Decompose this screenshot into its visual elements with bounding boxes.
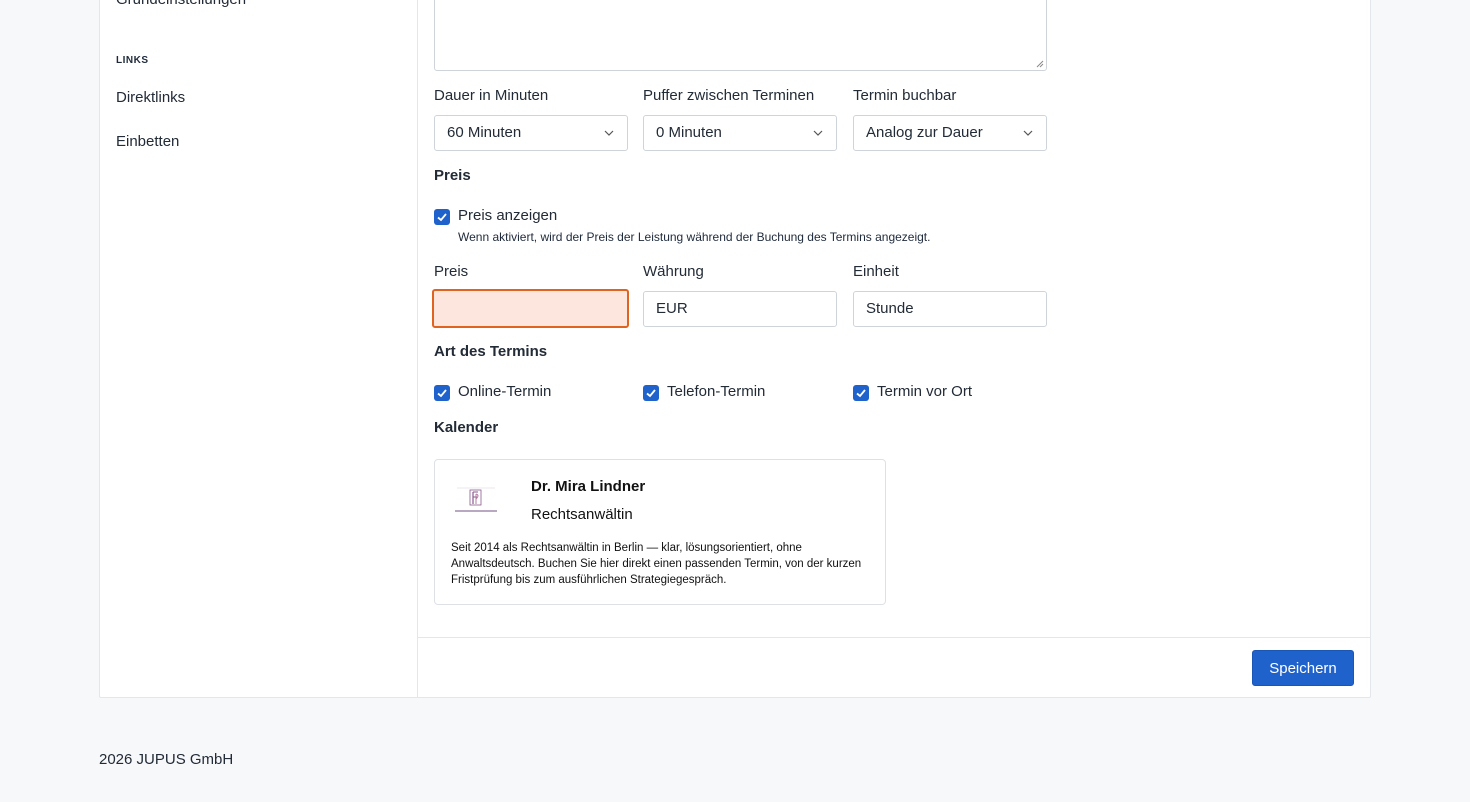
telefon-termin-checkbox[interactable] [643, 385, 659, 401]
show-price-label[interactable]: Preis anzeigen [458, 207, 557, 224]
checkmark-icon [646, 389, 656, 398]
page-footer: 2026 JUPUS GmbH [99, 751, 234, 768]
sidebar-item-grundeinstellungen[interactable]: Grundeinstellungen [116, 0, 246, 8]
unit-input[interactable]: Stunde [853, 291, 1047, 327]
currency-label: Währung [643, 263, 704, 280]
sidebar-item-einbetten[interactable]: Einbetten [116, 133, 179, 150]
law-firm-logo [449, 480, 503, 520]
card-footer-divider [418, 637, 1370, 638]
calendar-profile-card[interactable]: Dr. Mira Lindner Rechtsanwältin Seit 201… [434, 459, 886, 605]
online-termin-checkbox[interactable] [434, 385, 450, 401]
buffer-select[interactable]: 0 Minuten [643, 115, 837, 151]
price-section-heading: Preis [434, 167, 471, 184]
telefon-termin-label[interactable]: Telefon-Termin [667, 383, 765, 400]
price-input[interactable] [432, 289, 629, 328]
description-textarea[interactable] [434, 0, 1047, 71]
calendar-section-heading: Kalender [434, 419, 499, 436]
price-label: Preis [434, 263, 469, 280]
buffer-select-value: 0 Minuten [656, 124, 722, 141]
appointment-type-heading: Art des Termins [434, 343, 548, 360]
show-price-help: Wenn aktiviert, wird der Preis der Leist… [458, 230, 931, 244]
checkmark-icon [437, 389, 447, 398]
sidebar-section-label: LINKS [116, 55, 149, 66]
profile-description: Seit 2014 als Rechtsanwältin in Berlin —… [451, 542, 862, 586]
buffer-label: Puffer zwischen Terminen [643, 87, 815, 104]
chevron-down-icon [813, 130, 823, 136]
profile-role: Rechtsanwältin [531, 506, 633, 523]
duration-label: Dauer in Minuten [434, 87, 549, 104]
bookable-select-value: Analog zur Dauer [866, 124, 983, 141]
resize-grip-icon[interactable] [1036, 60, 1044, 68]
duration-select-value: 60 Minuten [447, 124, 522, 141]
vor-ort-checkbox[interactable] [853, 385, 869, 401]
currency-input[interactable]: EUR [643, 291, 837, 327]
settings-card: Grundeinstellungen LINKS Direktlinks Ein… [99, 0, 1371, 698]
checkmark-icon [856, 389, 866, 398]
bookable-select[interactable]: Analog zur Dauer [853, 115, 1047, 151]
save-button[interactable]: Speichern [1252, 650, 1354, 686]
show-price-checkbox[interactable] [434, 209, 450, 225]
chevron-down-icon [1023, 130, 1033, 136]
vor-ort-label[interactable]: Termin vor Ort [877, 383, 972, 400]
bookable-label: Termin buchbar [853, 87, 957, 104]
settings-main: Dauer in Minuten Puffer zwischen Termine… [418, 0, 1370, 697]
online-termin-label[interactable]: Online-Termin [458, 383, 551, 400]
chevron-down-icon [604, 130, 614, 136]
checkmark-icon [437, 213, 447, 222]
duration-select[interactable]: 60 Minuten [434, 115, 628, 151]
settings-sidebar: Grundeinstellungen LINKS Direktlinks Ein… [100, 0, 418, 697]
profile-name: Dr. Mira Lindner [531, 478, 646, 495]
sidebar-item-direktlinks[interactable]: Direktlinks [116, 89, 185, 106]
unit-label: Einheit [853, 263, 899, 280]
